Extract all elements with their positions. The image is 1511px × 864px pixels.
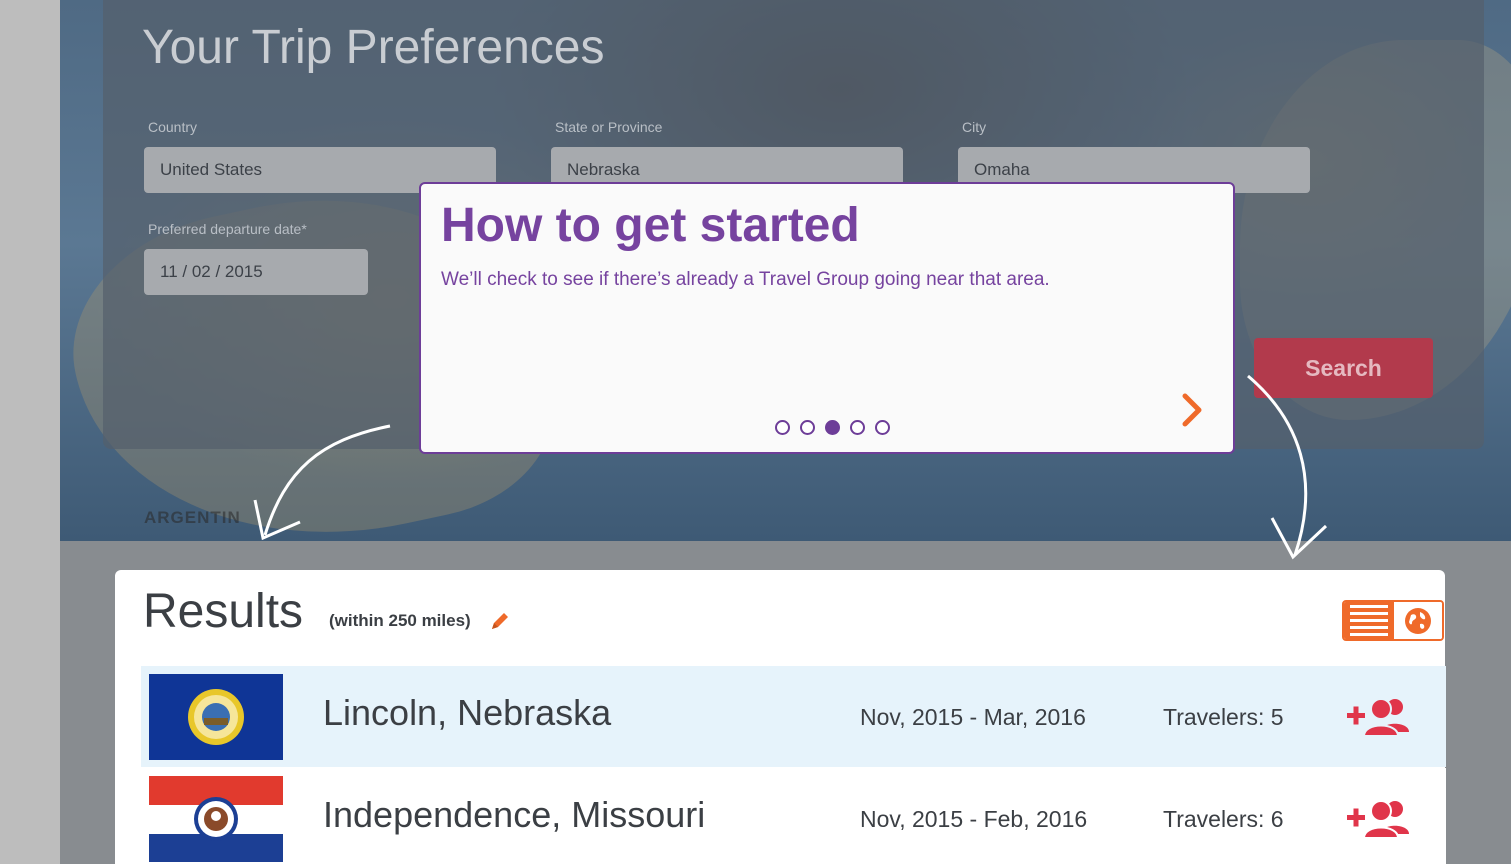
result-city[interactable]: Lincoln, Nebraska	[323, 692, 611, 734]
missouri-flag-icon	[149, 776, 283, 862]
list-view-icon[interactable]	[1344, 602, 1394, 639]
country-label: Country	[148, 119, 198, 135]
pencil-icon[interactable]	[489, 610, 511, 632]
step-dot-3[interactable]	[825, 420, 840, 435]
globe-view-icon[interactable]	[1394, 602, 1442, 639]
step-dot-1[interactable]	[775, 420, 790, 435]
result-travelers: Travelers: 5	[1163, 704, 1284, 730]
results-radius-note: (within 250 miles)	[329, 611, 471, 630]
step-indicator	[775, 420, 890, 435]
result-dates: Nov, 2015 - Feb, 2016	[860, 806, 1088, 832]
add-group-icon[interactable]	[1347, 798, 1411, 838]
tooltip-text: We’ll check to see if there’s already a …	[441, 269, 1050, 290]
page-title: Your Trip Preferences	[142, 21, 605, 74]
departure-date-label: Preferred departure date*	[148, 221, 307, 237]
nebraska-flag-icon	[149, 674, 283, 760]
result-row[interactable]: Independence, Missouri Nov, 2015 - Feb, …	[141, 768, 1446, 864]
chevron-right-icon[interactable]	[1177, 390, 1207, 430]
step-dot-2[interactable]	[800, 420, 815, 435]
state-label: State or Province	[555, 119, 663, 135]
search-button[interactable]: Search	[1254, 338, 1433, 398]
departure-date-field[interactable]: 11 / 02 / 2015	[144, 249, 368, 295]
result-dates: Nov, 2015 - Mar, 2016	[860, 704, 1086, 730]
view-toggle	[1342, 600, 1444, 641]
map-label: ARGENTIN	[144, 508, 241, 527]
step-dot-4[interactable]	[850, 420, 865, 435]
step-dot-5[interactable]	[875, 420, 890, 435]
result-travelers: Travelers: 6	[1163, 806, 1284, 832]
left-margin	[0, 0, 60, 864]
result-row[interactable]: Lincoln, Nebraska Nov, 2015 - Mar, 2016 …	[141, 666, 1446, 767]
tooltip-title: How to get started	[441, 199, 860, 252]
add-group-icon[interactable]	[1347, 696, 1411, 736]
result-city[interactable]: Independence, Missouri	[323, 794, 705, 836]
onboarding-tooltip: How to get started We’ll check to see if…	[419, 182, 1235, 454]
city-label: City	[962, 119, 987, 135]
results-title: Results	[143, 585, 304, 638]
results-panel: Results (within 250 miles) Lincoln, Nebr…	[115, 570, 1446, 864]
